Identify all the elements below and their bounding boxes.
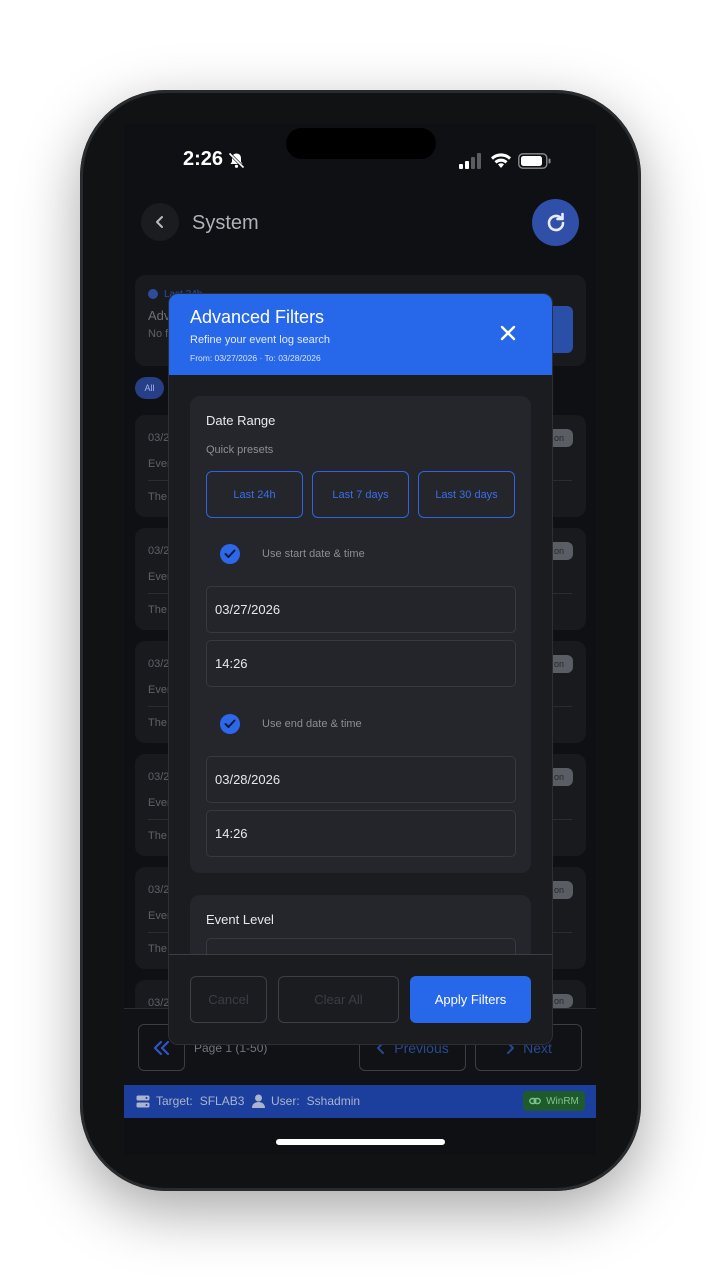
dynamic-island bbox=[286, 128, 436, 159]
refresh-icon bbox=[547, 212, 564, 231]
bell-off-icon bbox=[228, 152, 245, 169]
preset-last-7-days[interactable]: Last 7 days bbox=[312, 471, 409, 518]
row-text: The bbox=[148, 830, 167, 842]
user-icon bbox=[252, 1094, 265, 1108]
status-time: 2:26 bbox=[183, 148, 224, 170]
row-text: The bbox=[148, 943, 167, 955]
use-start-row[interactable]: Use start date & time bbox=[206, 544, 365, 564]
row-date: 03/2 bbox=[148, 658, 170, 670]
refresh-button[interactable] bbox=[532, 199, 579, 246]
page-title: System bbox=[192, 212, 259, 234]
advanced-filters-modal: Advanced Filters Refine your event log s… bbox=[168, 293, 553, 1045]
start-date-field[interactable]: 03/27/2026 bbox=[206, 586, 516, 633]
use-end-checkbox[interactable] bbox=[220, 714, 240, 734]
row-date: 03/2 bbox=[148, 884, 170, 896]
row-text: The bbox=[148, 604, 167, 616]
quick-presets-label: Quick presets bbox=[206, 444, 274, 456]
use-start-checkbox[interactable] bbox=[220, 544, 240, 564]
filter-pill-all[interactable]: All bbox=[135, 377, 164, 399]
checkmark-icon bbox=[224, 719, 236, 728]
chevron-left-icon bbox=[156, 216, 163, 228]
end-date-field[interactable]: 03/28/2026 bbox=[206, 756, 516, 803]
start-time-field[interactable]: 14:26 bbox=[206, 640, 516, 687]
clock-icon bbox=[148, 289, 158, 299]
home-indicator bbox=[276, 1139, 445, 1145]
modal-header: Advanced Filters Refine your event log s… bbox=[169, 294, 552, 375]
event-level-title: Event Level bbox=[206, 912, 274, 927]
filter-card-subtitle: No f bbox=[148, 328, 169, 340]
use-start-label: Use start date & time bbox=[262, 548, 365, 560]
user-value: Sshadmin bbox=[306, 1094, 361, 1108]
transport-badge: WinRM bbox=[523, 1091, 585, 1111]
transport-label: WinRM bbox=[546, 1095, 579, 1107]
row-text: The bbox=[148, 717, 167, 729]
link-icon bbox=[529, 1097, 542, 1105]
preset-last-24h[interactable]: Last 24h bbox=[206, 471, 303, 518]
row-date: 03/2 bbox=[148, 545, 170, 557]
end-time-field[interactable]: 14:26 bbox=[206, 810, 516, 857]
double-chevron-left-icon bbox=[153, 1040, 169, 1055]
apply-filters-button[interactable]: Apply Filters bbox=[410, 976, 531, 1023]
preset-last-30-days[interactable]: Last 30 days bbox=[418, 471, 515, 518]
date-range-title: Date Range bbox=[206, 413, 276, 428]
wifi-icon bbox=[491, 153, 511, 168]
battery-icon bbox=[518, 153, 551, 169]
clear-all-button[interactable]: Clear All bbox=[278, 976, 399, 1023]
server-icon bbox=[136, 1095, 150, 1107]
use-end-row[interactable]: Use end date & time bbox=[206, 714, 362, 734]
close-button[interactable] bbox=[493, 318, 523, 348]
modal-subtitle: Refine your event log search bbox=[190, 334, 331, 346]
cellular-signal-icon bbox=[459, 153, 481, 169]
modal-title: Advanced Filters bbox=[190, 307, 325, 327]
target-value: SFLAB3 bbox=[199, 1094, 245, 1108]
row-text: The bbox=[148, 491, 167, 503]
modal-footer: Cancel Clear All Apply Filters bbox=[169, 954, 552, 1044]
row-date: 03/2 bbox=[148, 771, 170, 783]
range-summary: From: 03/27/2026 · To: 03/28/2026 bbox=[190, 353, 321, 363]
user-label: User: bbox=[271, 1094, 300, 1108]
back-button[interactable] bbox=[141, 203, 179, 241]
date-range-section: Date Range Quick presets Last 24h Last 7… bbox=[190, 396, 531, 873]
checkmark-icon bbox=[224, 549, 236, 558]
target-label: Target: bbox=[156, 1094, 193, 1108]
row-date: 03/2 bbox=[148, 432, 170, 444]
use-end-label: Use end date & time bbox=[262, 718, 362, 730]
cancel-button[interactable]: Cancel bbox=[190, 976, 267, 1023]
close-icon bbox=[500, 325, 516, 341]
